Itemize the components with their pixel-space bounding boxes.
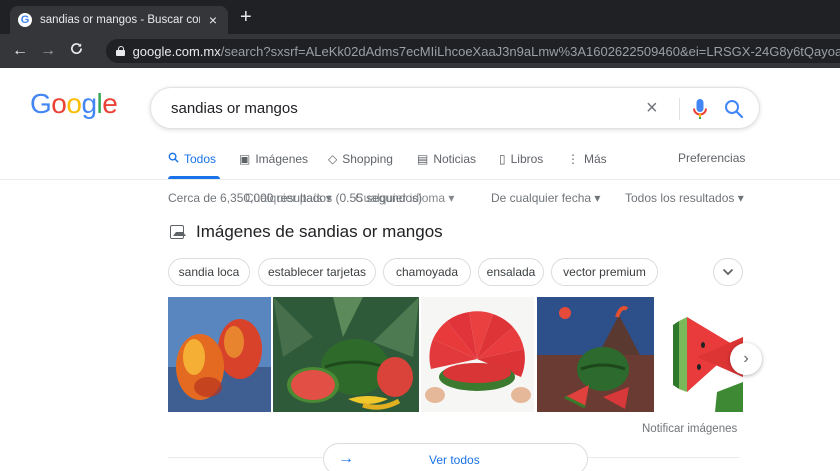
search-icon <box>168 152 179 166</box>
see-all-label: Ver todos <box>429 453 480 467</box>
tab-shopping[interactable]: ◇ Shopping <box>328 151 393 167</box>
browser-tab[interactable]: G sandias or mangos - Buscar con Google … <box>10 6 228 34</box>
results-filter[interactable]: Todos los resultados ▾ <box>625 191 744 205</box>
date-filter[interactable]: De cualquier fecha ▾ <box>491 191 600 205</box>
reload-icon[interactable] <box>62 42 90 60</box>
google-logo[interactable]: Google <box>30 88 118 120</box>
tab-todos[interactable]: Todos <box>168 151 216 167</box>
forward-arrow-icon[interactable]: → <box>34 42 62 60</box>
tag-icon: ◇ <box>328 152 338 166</box>
search-input[interactable] <box>171 99 631 117</box>
close-tab-icon[interactable]: × <box>206 12 220 28</box>
url-path: /search?sxsrf=ALeKk02dAdms7ecMIiLhcoeXaa… <box>220 43 840 59</box>
image-thumbnail-watermelon-jungle[interactable] <box>273 297 419 412</box>
chip-chamoyada[interactable]: chamoyada <box>383 258 471 286</box>
search-box: × <box>150 87 760 129</box>
new-tab-icon[interactable]: + <box>240 7 252 27</box>
see-all-button[interactable]: → Ver todos <box>323 443 588 471</box>
tab-imagenes[interactable]: ▣ Imágenes <box>239 151 308 167</box>
image-thumbnail-watermelon-volcano[interactable] <box>537 297 654 412</box>
search-icon[interactable] <box>723 98 745 120</box>
chip-establecer-tarjetas[interactable]: establecer tarjetas <box>258 258 376 286</box>
tabs-divider <box>0 179 840 180</box>
chevron-down-icon <box>722 265 734 279</box>
chevron-right-icon[interactable]: › <box>730 343 762 375</box>
tab-title: sandias or mangos - Buscar con Google <box>40 14 200 26</box>
report-images-link[interactable]: Notificar imágenes <box>642 423 737 435</box>
clear-search-icon[interactable]: × <box>646 98 658 118</box>
browser-tab-strip: G sandias or mangos - Buscar con Google … <box>0 0 840 34</box>
image-icon: ▣ <box>239 152 251 166</box>
more-vertical-icon: ⋮ <box>567 152 579 166</box>
image-thumbnail-watermelon-slices[interactable] <box>421 297 534 412</box>
preferences-link[interactable]: Preferencias <box>678 151 745 165</box>
tab-noticias[interactable]: ▤ Noticias <box>417 151 476 167</box>
chips-expand-button[interactable] <box>713 258 743 286</box>
search-divider <box>679 98 680 120</box>
microphone-icon[interactable] <box>692 97 708 121</box>
language-filter[interactable]: Cualquier idioma ▾ <box>355 191 454 205</box>
browser-toolbar: ← → google.com.mx /search?sxsrf=ALeKk02d… <box>0 34 840 68</box>
chip-sandia-loca[interactable]: sandia loca <box>168 258 250 286</box>
url-domain: google.com.mx <box>132 43 221 59</box>
book-icon: ▯ <box>499 152 506 166</box>
newspaper-icon: ▤ <box>417 152 429 166</box>
image-icon <box>170 225 186 239</box>
images-heading[interactable]: Imágenes de sandias or mangos <box>196 222 443 242</box>
google-favicon-icon: G <box>18 13 32 27</box>
arrow-right-icon: → <box>338 450 354 467</box>
chip-ensalada[interactable]: ensalada <box>478 258 544 286</box>
image-thumbnail-mangos[interactable] <box>168 297 271 412</box>
address-bar[interactable]: google.com.mx /search?sxsrf=ALeKk02dAdms… <box>106 39 840 63</box>
tab-libros[interactable]: ▯ Libros <box>499 151 543 167</box>
country-filter[interactable]: Cualquier país ▾ <box>245 191 332 205</box>
back-arrow-icon[interactable]: ← <box>6 42 34 60</box>
chip-vector-premium[interactable]: vector premium <box>551 258 658 286</box>
lock-icon <box>116 46 125 56</box>
tab-mas[interactable]: ⋮ Más <box>567 151 607 167</box>
